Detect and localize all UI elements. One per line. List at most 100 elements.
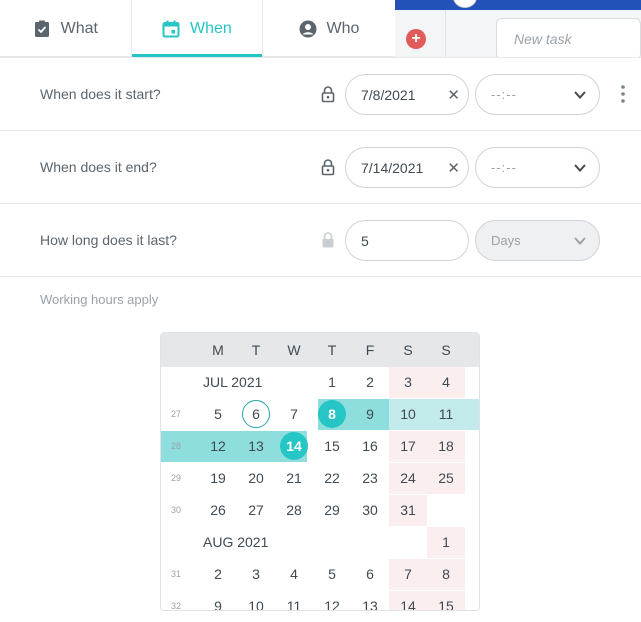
calendar-day[interactable]: 15 bbox=[427, 592, 465, 610]
calendar-day[interactable]: 11 bbox=[275, 592, 313, 610]
calendar-day[interactable]: 30 bbox=[351, 496, 389, 525]
start-time-select[interactable]: --:-- bbox=[475, 74, 600, 115]
calendar-day[interactable]: 28 bbox=[275, 496, 313, 525]
weekday-label: S bbox=[441, 342, 451, 358]
working-hours-note: Working hours apply bbox=[40, 292, 159, 307]
calendar-day[interactable]: 9 bbox=[199, 592, 237, 610]
clear-icon[interactable]: ✕ bbox=[447, 86, 460, 104]
calendar-day[interactable]: 1 bbox=[313, 368, 351, 397]
calendar-day[interactable]: 14 bbox=[275, 432, 313, 461]
end-label: When does it end? bbox=[40, 159, 157, 175]
lock-icon[interactable] bbox=[320, 158, 336, 176]
calendar-day[interactable]: 31 bbox=[389, 496, 427, 525]
calendar-day[interactable]: 2 bbox=[199, 560, 237, 589]
calendar-day[interactable]: 11 bbox=[427, 400, 465, 429]
weekday-label: S bbox=[403, 342, 413, 358]
calendar-day[interactable]: 20 bbox=[237, 464, 275, 493]
calendar-day[interactable]: 24 bbox=[389, 464, 427, 493]
calendar-day[interactable]: 3 bbox=[237, 560, 275, 589]
calendar-day[interactable]: 7 bbox=[275, 400, 313, 429]
user-circle-icon bbox=[299, 20, 317, 37]
new-task-input[interactable]: New task bbox=[496, 18, 641, 57]
week-number: 27 bbox=[170, 409, 181, 419]
week-number: 30 bbox=[170, 505, 181, 515]
calendar-day[interactable]: 21 bbox=[275, 464, 313, 493]
calendar-day[interactable]: 7 bbox=[389, 560, 427, 589]
calendar-day[interactable]: 13 bbox=[351, 592, 389, 610]
calendar-day[interactable]: 29 bbox=[313, 496, 351, 525]
tab-who-label: Who bbox=[326, 19, 360, 37]
more-options-icon[interactable] bbox=[618, 84, 628, 104]
calendar-weekday-header: MTWTFSS bbox=[161, 333, 479, 367]
calendar-day[interactable]: 13 bbox=[237, 432, 275, 461]
calendar-day[interactable]: 8 bbox=[427, 560, 465, 589]
calendar-day[interactable]: 12 bbox=[313, 592, 351, 610]
calendar-day[interactable]: 19 bbox=[199, 464, 237, 493]
calendar-day[interactable]: 6 bbox=[237, 400, 275, 429]
lock-icon bbox=[322, 232, 334, 248]
calendar-day[interactable]: 5 bbox=[199, 400, 237, 429]
tab-who[interactable]: Who bbox=[263, 0, 395, 57]
month-label: AUG 2021 bbox=[203, 534, 269, 550]
calendar-icon bbox=[162, 20, 180, 37]
calendar-day[interactable]: 6 bbox=[351, 560, 389, 589]
calendar-day[interactable]: 4 bbox=[275, 560, 313, 589]
calendar-day[interactable]: 14 bbox=[389, 592, 427, 610]
week-number: 32 bbox=[170, 601, 181, 611]
tab-what[interactable]: What bbox=[0, 0, 132, 57]
weekday-label: F bbox=[365, 342, 375, 358]
calendar-day[interactable]: 8 bbox=[313, 400, 351, 429]
duration-value: 5 bbox=[361, 233, 369, 249]
calendar-day[interactable]: 10 bbox=[389, 400, 427, 429]
calendar-day[interactable]: 12 bbox=[199, 432, 237, 461]
start-label: When does it start? bbox=[40, 86, 161, 102]
end-time-select[interactable]: --:-- bbox=[475, 147, 600, 188]
lock-icon[interactable] bbox=[320, 85, 336, 103]
tab-what-label: What bbox=[60, 19, 98, 37]
background-header-bar bbox=[395, 0, 641, 10]
calendar-day[interactable]: 5 bbox=[313, 560, 351, 589]
end-time-value: --:-- bbox=[491, 160, 517, 175]
month-label: JUL 2021 bbox=[203, 374, 263, 390]
tab-when[interactable]: When bbox=[131, 0, 264, 58]
end-date-value: 7/14/2021 bbox=[361, 160, 424, 176]
end-row: When does it end? 7/14/2021 ✕ --:-- bbox=[0, 131, 641, 204]
start-date-input[interactable]: 7/8/2021 ✕ bbox=[345, 74, 469, 115]
plus-circle-icon[interactable]: + bbox=[406, 29, 426, 49]
calendar-day[interactable]: 25 bbox=[427, 464, 465, 493]
calendar-day[interactable]: 17 bbox=[389, 432, 427, 461]
calendar-day[interactable]: 1 bbox=[427, 528, 465, 557]
tab-bar: What When Who bbox=[0, 0, 395, 58]
calendar-day[interactable]: 16 bbox=[351, 432, 389, 461]
calendar-day[interactable]: 27 bbox=[237, 496, 275, 525]
calendar-day[interactable]: 4 bbox=[427, 368, 465, 397]
chevron-down-icon bbox=[574, 164, 586, 172]
calendar-day[interactable]: 26 bbox=[199, 496, 237, 525]
calendar-day[interactable]: 10 bbox=[237, 592, 275, 610]
calendar-day[interactable]: 22 bbox=[313, 464, 351, 493]
calendar-day[interactable]: 18 bbox=[427, 432, 465, 461]
chevron-down-icon bbox=[574, 237, 586, 245]
clipboard-check-icon bbox=[34, 20, 49, 37]
start-row: When does it start? 7/8/2021 ✕ --:-- bbox=[0, 58, 641, 131]
calendar-day[interactable]: 3 bbox=[389, 368, 427, 397]
background-app: + New task bbox=[395, 0, 641, 57]
calendar-day[interactable]: 9 bbox=[351, 400, 389, 429]
calendar-day[interactable]: 2 bbox=[351, 368, 389, 397]
calendar-day[interactable]: 23 bbox=[351, 464, 389, 493]
background-divider bbox=[445, 10, 446, 57]
calendar-day[interactable]: 15 bbox=[313, 432, 351, 461]
start-time-value: --:-- bbox=[491, 87, 517, 102]
clear-icon[interactable]: ✕ bbox=[447, 159, 460, 177]
week-number: 31 bbox=[170, 569, 181, 579]
weekday-label: T bbox=[251, 342, 261, 358]
end-date-input[interactable]: 7/14/2021 ✕ bbox=[345, 147, 469, 188]
duration-unit-value: Days bbox=[491, 233, 521, 248]
start-date-value: 7/8/2021 bbox=[361, 87, 416, 103]
tab-when-label: When bbox=[189, 19, 232, 37]
duration-input[interactable]: 5 bbox=[345, 220, 469, 261]
duration-label: How long does it last? bbox=[40, 232, 177, 248]
week-number: 29 bbox=[170, 473, 181, 483]
chevron-down-icon bbox=[574, 91, 586, 99]
weekday-label: W bbox=[287, 342, 301, 358]
